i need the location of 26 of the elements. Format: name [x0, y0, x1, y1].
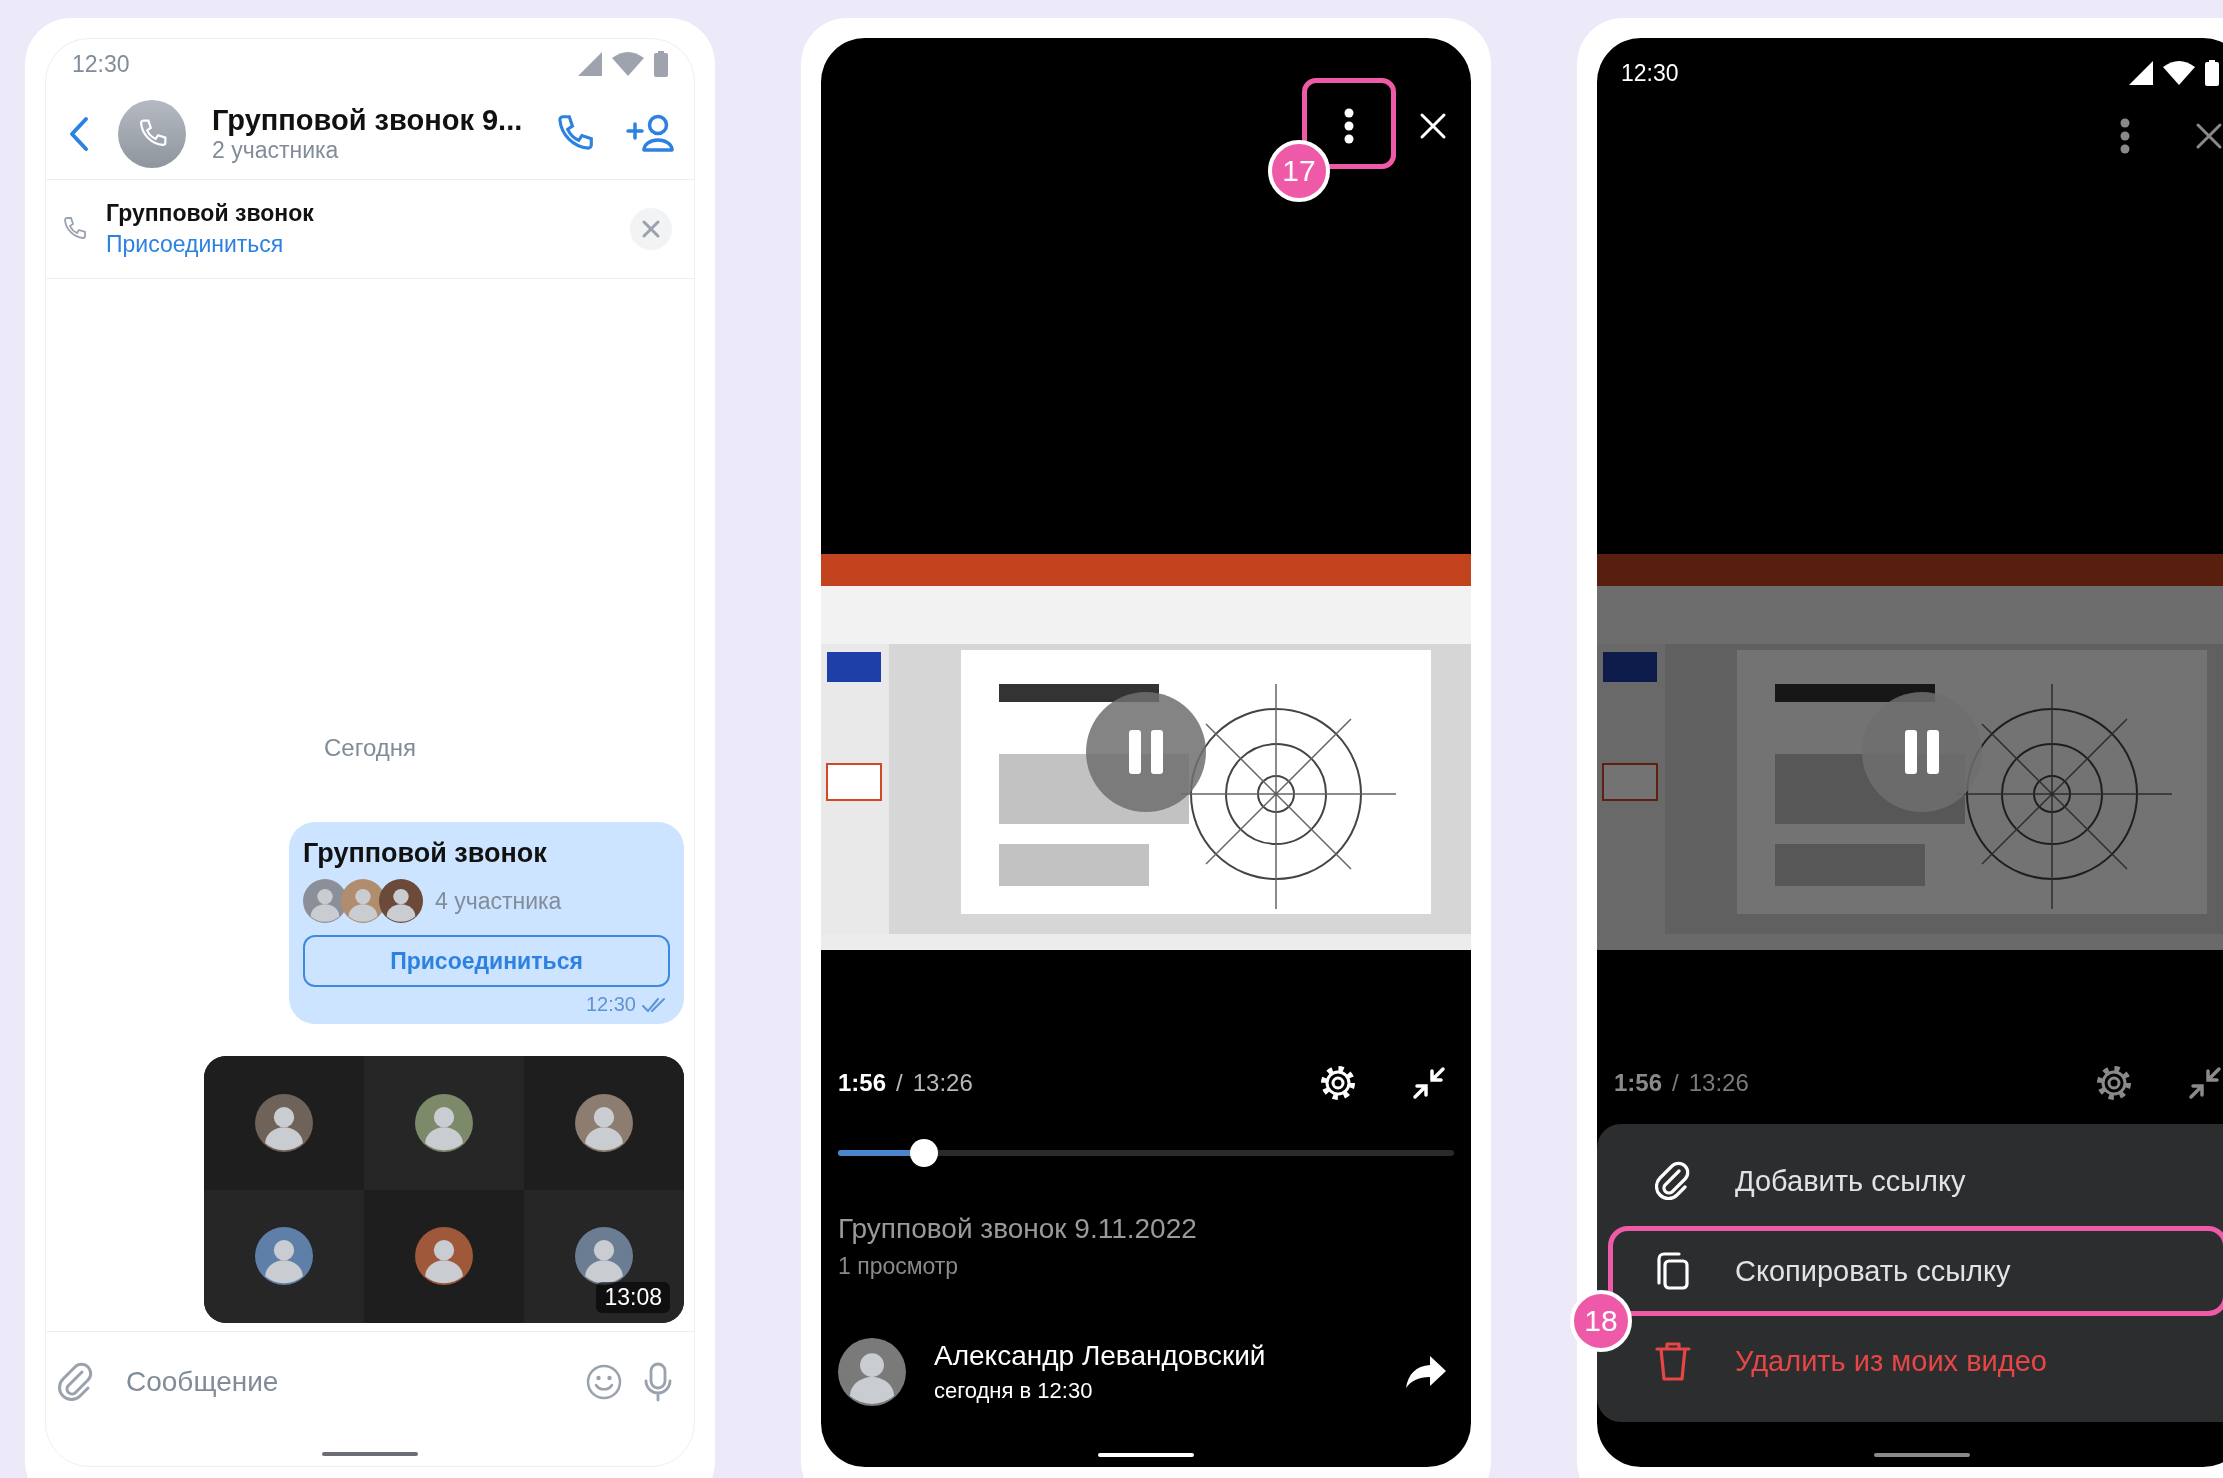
menu-item[interactable]: Добавить ссылку: [1608, 1136, 2223, 1226]
message-title: Групповой звонок: [303, 838, 548, 869]
step-badge: 18: [1570, 1290, 1632, 1352]
message-field[interactable]: Сообщение: [116, 1358, 564, 1406]
video-duration: 13:08: [596, 1282, 670, 1313]
post-time: сегодня в 12:30: [934, 1378, 1094, 1404]
author-name[interactable]: Александр Левандовский: [934, 1340, 1266, 1372]
current-time: 1:56: [838, 1069, 887, 1097]
video-message[interactable]: 13:08: [204, 1056, 684, 1323]
status-time: 12:30: [72, 50, 130, 78]
current-time: 1:56: [1614, 1069, 1663, 1097]
status-time: 12:30: [1621, 59, 1679, 87]
participant-count: 4 участника: [435, 887, 562, 915]
time-separator: /: [1672, 1069, 1679, 1097]
chat-title: Групповой звонок 9...: [212, 104, 524, 137]
chat-subtitle: 2 участника: [212, 137, 340, 164]
join-link[interactable]: Присоединиться: [106, 231, 314, 258]
banner-title: Групповой звонок: [106, 200, 314, 227]
time-separator: /: [896, 1069, 903, 1097]
step-badge: 17: [1268, 140, 1330, 202]
total-time: 13:26: [1688, 1069, 1749, 1097]
video-title: Групповой звонок 9.11.2022: [838, 1213, 1198, 1245]
date-label: Сегодня: [324, 734, 416, 762]
message-time: 12:30: [585, 993, 636, 1016]
total-time: 13:26: [912, 1069, 973, 1097]
view-count: 1 просмотр: [838, 1253, 960, 1280]
